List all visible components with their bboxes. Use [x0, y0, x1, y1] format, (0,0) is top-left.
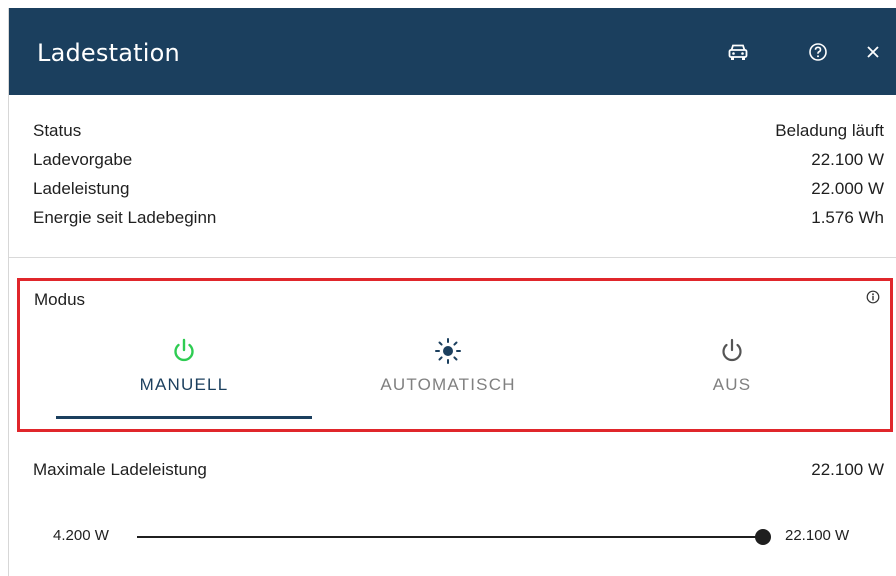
charge-power-label: Ladeleistung — [33, 178, 130, 198]
car-icon — [728, 44, 748, 60]
energy-label: Energie seit Ladebeginn — [33, 207, 217, 227]
power-slider-thumb[interactable] — [755, 529, 771, 545]
status-label: Status — [33, 120, 82, 140]
mode-section: Modus MANUELL AUTOMATISCH AUS — [17, 278, 893, 432]
car-button[interactable] — [723, 37, 753, 67]
slider-min-label: 4.200 W — [53, 527, 109, 544]
charge-power-row: Ladeleistung 22.000 W — [33, 174, 884, 203]
help-button[interactable] — [803, 37, 833, 67]
tab-off-label: AUS — [712, 375, 752, 394]
mode-label: Modus — [34, 290, 86, 309]
section-divider — [9, 257, 896, 258]
panel-title: Ladestation — [37, 39, 180, 67]
power-slider-track[interactable] — [137, 536, 767, 538]
power-icon — [722, 338, 742, 362]
tab-manual-label: MANUELL — [139, 375, 229, 394]
slider-max-label: 22.100 W — [785, 527, 850, 544]
info-icon[interactable] — [866, 290, 880, 309]
tab-automatic[interactable]: AUTOMATISCH — [320, 336, 576, 419]
charge-target-label: Ladevorgabe — [33, 149, 133, 169]
sun-icon — [435, 338, 461, 364]
status-list: Status Beladung läuft Ladevorgabe 22.100… — [33, 116, 884, 232]
energy-value: 1.576 Wh — [811, 207, 884, 227]
close-icon — [867, 46, 879, 58]
tab-manual[interactable]: MANUELL — [56, 336, 312, 419]
energy-row: Energie seit Ladebeginn 1.576 Wh — [33, 203, 884, 232]
tab-automatic-label: AUTOMATISCH — [380, 375, 516, 394]
status-value: Beladung läuft — [775, 120, 884, 140]
panel-header: Ladestation — [9, 8, 896, 95]
active-tab-indicator — [56, 416, 312, 419]
charge-power-value: 22.000 W — [811, 178, 884, 198]
tab-off[interactable]: AUS — [604, 336, 860, 419]
close-button[interactable] — [858, 37, 888, 67]
max-power-row: Maximale Ladeleistung 22.100 W — [33, 460, 884, 480]
charging-station-panel: Ladestation Status Beladung läuft Ladevo… — [8, 8, 896, 576]
help-icon — [809, 43, 827, 61]
max-power-value: 22.100 W — [811, 460, 884, 479]
charge-target-value: 22.100 W — [811, 149, 884, 169]
charge-target-row: Ladevorgabe 22.100 W — [33, 145, 884, 174]
max-power-label: Maximale Ladeleistung — [33, 460, 207, 479]
status-row: Status Beladung läuft — [33, 116, 884, 145]
power-icon — [174, 338, 194, 362]
